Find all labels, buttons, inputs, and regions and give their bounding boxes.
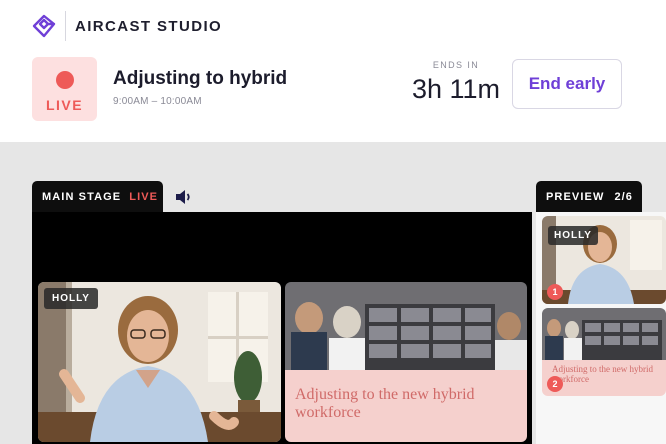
main-stage: HOLLY Adjusting to the new hybrid workfo… (32, 212, 532, 444)
preview-number-badge: 2 (547, 376, 563, 392)
tab-preview[interactable]: PREVIEW 2/6 (536, 181, 642, 212)
tab-main-stage-label: MAIN STAGE (42, 190, 122, 203)
slide-tile[interactable]: Adjusting to the new hybrid workforce (285, 282, 527, 442)
end-early-button[interactable]: End early (512, 59, 622, 109)
preview-number-badge: 1 (547, 284, 563, 300)
slide-caption: Adjusting to the new hybrid workforce (285, 370, 527, 442)
tab-preview-label: PREVIEW (546, 190, 605, 203)
tab-main-stage[interactable]: MAIN STAGE LIVE (32, 181, 163, 212)
preview-slide-thumbnail (542, 308, 666, 360)
preview-name-tag: HOLLY (548, 226, 598, 245)
aircast-logo-icon (32, 14, 56, 38)
brand: AIRCAST STUDIO (32, 11, 223, 41)
brand-name: AIRCAST STUDIO (75, 17, 223, 35)
ends-in-label: ENDS IN (432, 60, 480, 70)
preview-panel: HOLLY 1 Adjusting to the new hybrid work… (536, 212, 666, 444)
session-time: 9:00AM – 10:00AM (113, 96, 202, 107)
live-indicator: LIVE (32, 57, 97, 121)
live-badge: LIVE (45, 97, 84, 113)
brand-divider (65, 11, 66, 41)
session-title: Adjusting to hybrid (113, 68, 288, 89)
preview-card[interactable]: Adjusting to the new hybrid workforce 2 (542, 308, 666, 396)
speaker-name-tag: HOLLY (44, 288, 98, 309)
ends-in-value: 3h 11m (411, 74, 501, 104)
preview-count: 2/6 (614, 190, 634, 203)
main-stage-live-tag: LIVE (129, 190, 159, 203)
session-header: AIRCAST STUDIO LIVE Adjusting to hybrid … (0, 0, 666, 142)
speaker-tile[interactable]: HOLLY (38, 282, 281, 442)
speaker-icon[interactable] (175, 189, 193, 205)
live-dot-icon (56, 71, 74, 89)
preview-card[interactable]: HOLLY 1 (542, 216, 666, 304)
slide-video (285, 282, 527, 370)
